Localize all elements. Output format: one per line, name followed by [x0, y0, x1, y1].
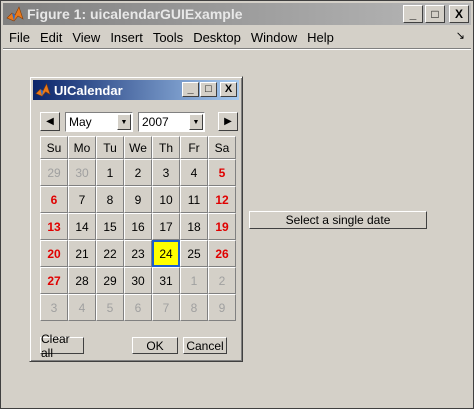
calendar-day[interactable]: 6	[40, 186, 68, 213]
weekday-header: Tu	[96, 136, 124, 159]
weekday-header: Sa	[208, 136, 236, 159]
menu-file[interactable]: File	[3, 30, 35, 45]
uicalendar-titlebar[interactable]: UICalendar _ □ X	[33, 80, 239, 100]
calendar-day[interactable]: 21	[68, 240, 96, 267]
calendar-day[interactable]: 14	[68, 213, 96, 240]
chevron-down-icon[interactable]: ▼	[117, 114, 131, 130]
weekday-header: Th	[152, 136, 180, 159]
calendar-day[interactable]: 3	[40, 294, 68, 321]
calendar-day[interactable]: 28	[68, 267, 96, 294]
calendar-week-row: 13 14 15 16 17 18 19	[40, 213, 236, 240]
calendar-day[interactable]: 29	[40, 159, 68, 186]
year-select[interactable]: 2007 ▼	[138, 112, 205, 132]
weekday-header: Su	[40, 136, 68, 159]
calendar-day[interactable]: 30	[124, 267, 152, 294]
calendar-day[interactable]: 4	[68, 294, 96, 321]
month-select[interactable]: May ▼	[65, 112, 133, 132]
weekday-header: Fr	[180, 136, 208, 159]
calendar-day[interactable]: 1	[96, 159, 124, 186]
chevron-down-icon[interactable]: ▼	[189, 114, 203, 130]
calendar-day[interactable]: 2	[208, 267, 236, 294]
calendar-day[interactable]: 7	[68, 186, 96, 213]
calendar-week-row: 27 28 29 30 31 1 2	[40, 267, 236, 294]
calendar-day[interactable]: 31	[152, 267, 180, 294]
calendar-day[interactable]: 2	[124, 159, 152, 186]
calendar-day[interactable]: 17	[152, 213, 180, 240]
close-button[interactable]: X	[449, 5, 469, 23]
figure-window: Figure 1: uicalendarGUIExample _ □ X Fil…	[0, 0, 474, 409]
weekday-header-row: Su Mo Tu We Th Fr Sa	[40, 136, 236, 159]
calendar-day[interactable]: 22	[96, 240, 124, 267]
dock-arrow-icon[interactable]: ↘	[456, 29, 465, 42]
calendar-week-row: 3 4 5 6 7 8 9	[40, 294, 236, 321]
calendar-day[interactable]: 13	[40, 213, 68, 240]
clear-all-button[interactable]: Clear all	[40, 332, 84, 360]
calendar-day[interactable]: 20	[40, 240, 68, 267]
calendar-day[interactable]: 5	[208, 159, 236, 186]
calendar-grid: Su Mo Tu We Th Fr Sa 29 30 1 2 3 4 5 6 7…	[40, 136, 236, 321]
calendar-day[interactable]: 26	[208, 240, 236, 267]
menu-bar: File Edit View Insert Tools Desktop Wind…	[3, 26, 471, 48]
calendar-day[interactable]: 9	[124, 186, 152, 213]
calendar-day[interactable]: 9	[208, 294, 236, 321]
calendar-day[interactable]: 29	[96, 267, 124, 294]
next-month-button[interactable]: ▶	[218, 112, 238, 131]
calendar-day[interactable]: 15	[96, 213, 124, 240]
menu-insert[interactable]: Insert	[105, 30, 148, 45]
calendar-day[interactable]: 18	[180, 213, 208, 240]
figure-titlebar[interactable]: Figure 1: uicalendarGUIExample _ □ X	[3, 3, 471, 25]
menu-view[interactable]: View	[67, 30, 105, 45]
menu-separator	[3, 48, 471, 50]
prev-month-button[interactable]: ◀	[40, 112, 60, 131]
calendar-day[interactable]: 7	[152, 294, 180, 321]
calendar-day[interactable]: 1	[180, 267, 208, 294]
calendar-week-row: 6 7 8 9 10 11 12	[40, 186, 236, 213]
matlab-logo-icon	[35, 83, 51, 97]
calendar-nav-row: ◀ May ▼ 2007 ▼ ▶	[40, 112, 238, 132]
year-value: 2007	[142, 115, 169, 129]
calendar-day[interactable]: 27	[40, 267, 68, 294]
calendar-day[interactable]: 10	[152, 186, 180, 213]
matlab-logo-icon	[6, 6, 24, 22]
calendar-day[interactable]: 4	[180, 159, 208, 186]
calendar-day[interactable]: 12	[208, 186, 236, 213]
calendar-close-button[interactable]: X	[220, 82, 237, 97]
calendar-week-row: 20 21 22 23 24 25 26	[40, 240, 236, 267]
calendar-day[interactable]: 8	[96, 186, 124, 213]
calendar-day[interactable]: 19	[208, 213, 236, 240]
right-arrow-icon: ▶	[224, 116, 232, 127]
menu-tools[interactable]: Tools	[148, 30, 188, 45]
weekday-header: Mo	[68, 136, 96, 159]
figure-title: Figure 1: uicalendarGUIExample	[27, 6, 243, 22]
figure-window-controls: _ □ X	[403, 5, 469, 23]
calendar-day[interactable]: 8	[180, 294, 208, 321]
calendar-day[interactable]: 3	[152, 159, 180, 186]
minimize-button[interactable]: _	[403, 5, 423, 23]
calendar-day[interactable]: 25	[180, 240, 208, 267]
calendar-day[interactable]: 5	[96, 294, 124, 321]
ok-button[interactable]: OK	[132, 337, 178, 354]
cancel-button[interactable]: Cancel	[183, 337, 227, 354]
menu-help[interactable]: Help	[302, 30, 339, 45]
weekday-header: We	[124, 136, 152, 159]
calendar-day[interactable]: 6	[124, 294, 152, 321]
calendar-day[interactable]: 30	[68, 159, 96, 186]
menu-desktop[interactable]: Desktop	[188, 30, 246, 45]
maximize-button[interactable]: □	[425, 5, 445, 23]
selected-calendar-day[interactable]: 24	[152, 240, 180, 267]
calendar-day[interactable]: 11	[180, 186, 208, 213]
uicalendar-window: UICalendar _ □ X ◀ May ▼ 2007 ▼ ▶ Su Mo …	[29, 76, 243, 362]
left-arrow-icon: ◀	[46, 116, 54, 127]
calendar-week-row: 29 30 1 2 3 4 5	[40, 159, 236, 186]
menu-window[interactable]: Window	[246, 30, 302, 45]
uicalendar-title: UICalendar	[54, 82, 123, 98]
calendar-day[interactable]: 16	[124, 213, 152, 240]
select-single-date-button[interactable]: Select a single date	[249, 211, 427, 229]
calendar-day[interactable]: 23	[124, 240, 152, 267]
calendar-maximize-button[interactable]: □	[200, 82, 217, 97]
month-value: May	[69, 115, 92, 129]
menu-edit[interactable]: Edit	[35, 30, 67, 45]
uicalendar-window-controls: _ □ X	[182, 82, 237, 97]
calendar-minimize-button[interactable]: _	[182, 82, 199, 97]
